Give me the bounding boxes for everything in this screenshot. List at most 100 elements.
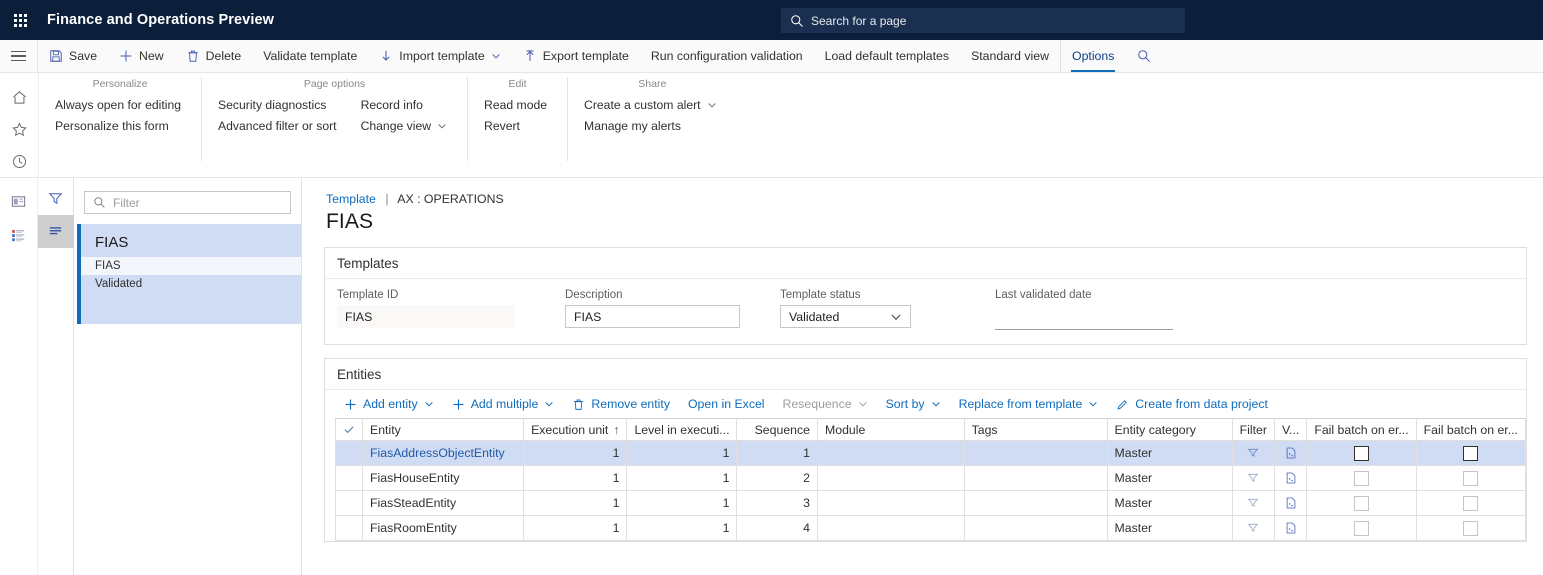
cell-level-in-execution[interactable]: 1 [626,490,738,516]
cell-fail-batch-2[interactable] [1415,515,1527,541]
cell-entity[interactable]: FiasHouseEntity [361,465,525,491]
security-diagnostics-item[interactable]: Security diagnostics [216,96,343,114]
cell-tags[interactable] [963,490,1108,516]
fail-batch-checkbox[interactable] [1463,520,1479,536]
cell-sequence[interactable]: 2 [736,465,818,491]
template-status-select[interactable]: Validated [780,305,911,328]
funnel-icon[interactable] [1233,471,1273,485]
cell-level-in-execution[interactable]: 1 [626,515,738,541]
cell-module[interactable] [817,490,965,516]
remove-entity-button[interactable]: Remove entity [563,397,679,411]
resequence-button[interactable]: Resequence [774,397,877,411]
cell-filter[interactable] [1231,490,1275,516]
cell-filter[interactable] [1231,515,1275,541]
description-input[interactable]: FIAS [565,305,740,328]
modules-icon[interactable] [2,218,36,252]
cell-sequence[interactable]: 4 [736,515,818,541]
cell-entity-category[interactable]: Master [1106,465,1233,491]
standard-view-button[interactable]: Standard view [960,40,1060,72]
last-validated-date-input[interactable] [995,305,1173,330]
funnel-icon[interactable] [1233,521,1273,535]
read-mode-item[interactable]: Read mode [482,96,553,114]
cell-tags[interactable] [963,465,1108,491]
table-row[interactable]: FiasHouseEntity 1 1 2 Master [335,465,1527,491]
personalize-this-form-item[interactable]: Personalize this form [53,117,187,135]
col-header-sequence[interactable]: Sequence [736,418,818,441]
breadcrumb-link-template[interactable]: Template [326,192,376,206]
always-open-for-editing-item[interactable]: Always open for editing [53,96,187,114]
cell-level-in-execution[interactable]: 1 [626,440,738,466]
advanced-filter-or-sort-item[interactable]: Advanced filter or sort [216,117,343,135]
cell-sequence[interactable]: 1 [736,440,818,466]
fail-batch-checkbox[interactable] [1353,495,1369,511]
cell-module[interactable] [817,465,965,491]
app-launcher-button[interactable] [0,0,40,40]
col-header-level-in-execution[interactable]: Level in executi... [626,418,738,441]
cell-sequence[interactable]: 3 [736,490,818,516]
cell-entity-category[interactable]: Master [1106,440,1233,466]
cell-fail-batch-1[interactable] [1306,490,1417,516]
global-search-input[interactable]: Search for a page [781,8,1185,33]
grid-search-button[interactable] [1125,40,1163,72]
col-header-filter[interactable]: Filter [1231,418,1275,441]
home-icon[interactable] [3,81,37,113]
cell-view-map[interactable] [1273,515,1308,541]
revert-item[interactable]: Revert [482,117,553,135]
map-document-icon[interactable] [1275,446,1305,460]
row-select-cell[interactable] [335,440,363,466]
create-from-data-project-button[interactable]: Create from data project [1107,397,1277,411]
col-header-entity[interactable]: Entity [361,418,525,441]
sort-by-button[interactable]: Sort by [877,397,950,411]
cell-entity-category[interactable]: Master [1106,490,1233,516]
cell-fail-batch-2[interactable] [1415,465,1527,491]
templates-section-header[interactable]: Templates [325,248,1526,279]
new-button[interactable]: New [108,40,175,72]
map-document-icon[interactable] [1275,521,1305,535]
row-select-cell[interactable] [335,465,363,491]
funnel-icon[interactable] [1233,446,1273,460]
cell-view-map[interactable] [1273,440,1308,466]
cell-execution-unit[interactable]: 1 [523,515,628,541]
cell-view-map[interactable] [1273,490,1308,516]
add-entity-button[interactable]: Add entity [335,397,443,411]
row-select-cell[interactable] [335,515,363,541]
table-row[interactable]: FiasRoomEntity 1 1 4 Master [335,515,1527,541]
open-in-excel-button[interactable]: Open in Excel [679,397,774,411]
cell-level-in-execution[interactable]: 1 [626,465,738,491]
cell-execution-unit[interactable]: 1 [523,440,628,466]
cell-execution-unit[interactable]: 1 [523,465,628,491]
nav-menu-button[interactable] [0,40,38,72]
cell-entity[interactable]: FiasRoomEntity [361,515,525,541]
cell-entity[interactable]: FiasAddressObjectEntity [361,440,525,466]
fail-batch-checkbox[interactable] [1463,495,1479,511]
fail-batch-checkbox[interactable] [1463,470,1479,486]
load-default-templates-button[interactable]: Load default templates [814,40,960,72]
cell-filter[interactable] [1231,440,1275,466]
col-header-fail-batch-1[interactable]: Fail batch on er... [1306,418,1417,441]
cell-tags[interactable] [963,515,1108,541]
template-id-input[interactable]: FIAS [337,305,515,328]
map-document-icon[interactable] [1275,471,1305,485]
col-header-entity-category[interactable]: Entity category [1106,418,1233,441]
table-row[interactable]: FiasAddressObjectEntity 1 1 1 Master [335,440,1527,466]
cell-view-map[interactable] [1273,465,1308,491]
run-configuration-validation-button[interactable]: Run configuration validation [640,40,814,72]
filter-input[interactable]: Filter [84,191,291,214]
import-template-button[interactable]: Import template [368,40,511,72]
star-icon[interactable] [3,113,37,145]
cell-filter[interactable] [1231,465,1275,491]
clock-icon[interactable] [3,145,37,177]
col-header-tags[interactable]: Tags [963,418,1108,441]
cell-entity[interactable]: FiasSteadEntity [361,490,525,516]
cell-module[interactable] [817,440,965,466]
list-item[interactable]: FIAS FIAS Validated [77,224,301,324]
add-multiple-button[interactable]: Add multiple [443,397,564,411]
cell-tags[interactable] [963,440,1108,466]
col-header-fail-batch-2[interactable]: Fail batch on er... [1415,418,1527,441]
validate-template-button[interactable]: Validate template [252,40,368,72]
row-select-cell[interactable] [335,490,363,516]
fail-batch-checkbox[interactable] [1353,445,1369,461]
map-document-icon[interactable] [1275,496,1305,510]
filter-pane-tab[interactable] [38,182,74,215]
funnel-icon[interactable] [1233,496,1273,510]
